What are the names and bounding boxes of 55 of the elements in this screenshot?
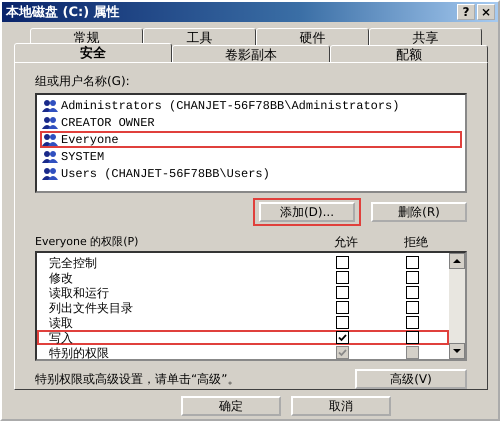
advanced-button[interactable]: 高级(V) bbox=[355, 369, 467, 389]
ok-button[interactable]: 确定 bbox=[181, 396, 281, 416]
permission-row[interactable]: 列出文件夹目录 bbox=[37, 300, 449, 315]
permission-row[interactable]: 完全控制 bbox=[37, 255, 449, 270]
checkbox[interactable] bbox=[336, 256, 348, 269]
permission-row[interactable]: 写入 bbox=[37, 330, 449, 345]
checkbox[interactable] bbox=[336, 316, 348, 329]
checkbox[interactable] bbox=[406, 256, 418, 269]
permission-name: 修改 bbox=[48, 272, 74, 284]
list-item[interactable]: Users (CHANJET-56F78BB\Users) bbox=[40, 165, 462, 182]
tab[interactable]: 卷影副本 bbox=[172, 45, 330, 62]
permission-row[interactable]: 修改 bbox=[37, 270, 449, 285]
tab[interactable]: 硬件 bbox=[256, 28, 369, 45]
tab[interactable]: 工具 bbox=[143, 28, 256, 45]
permission-name: 特别的权限 bbox=[48, 346, 110, 358]
checkbox[interactable] bbox=[406, 316, 418, 329]
window-title: 本地磁盘 (C:) 属性 bbox=[6, 4, 121, 21]
permission-name: 完全控制 bbox=[48, 256, 98, 268]
tab[interactable]: 共享 bbox=[369, 28, 482, 45]
scrollbar[interactable] bbox=[449, 253, 465, 359]
permission-name: 读取 bbox=[48, 316, 74, 328]
permission-row[interactable]: 读取和运行 bbox=[37, 285, 449, 300]
users-icon bbox=[42, 98, 58, 112]
add-button[interactable]: 添加(D)... bbox=[259, 202, 355, 222]
checkbox[interactable] bbox=[336, 271, 348, 284]
column-header: 拒绝 bbox=[403, 234, 429, 251]
list-item[interactable]: CREATOR OWNER bbox=[40, 114, 462, 131]
checkbox[interactable] bbox=[406, 331, 418, 344]
users-icon bbox=[42, 150, 58, 164]
tab[interactable]: 配额 bbox=[330, 45, 488, 62]
column-header: 允许 bbox=[333, 234, 359, 251]
cancel-button[interactable]: 取消 bbox=[291, 396, 391, 416]
checkbox[interactable] bbox=[406, 271, 418, 284]
checkbox[interactable] bbox=[406, 301, 418, 314]
hint-text: 特别权限或高级设置，请单击“高级”。 bbox=[35, 370, 240, 388]
permissions-label: Everyone 的权限(P) bbox=[35, 234, 140, 250]
close-button[interactable]: × bbox=[477, 4, 495, 20]
checkbox[interactable] bbox=[406, 286, 418, 299]
permission-name: 写入 bbox=[48, 332, 74, 344]
list-label: 组或用户名称(G): bbox=[35, 73, 131, 90]
checkbox[interactable] bbox=[336, 301, 348, 314]
users-icon bbox=[42, 132, 58, 146]
remove-button[interactable]: 删除(R) bbox=[371, 202, 467, 222]
permission-name: 列出文件夹目录 bbox=[48, 302, 134, 314]
help-button[interactable]: ? bbox=[457, 4, 475, 20]
checkbox[interactable] bbox=[336, 331, 348, 344]
permission-name: 读取和运行 bbox=[48, 286, 110, 298]
list-item[interactable]: Everyone bbox=[40, 131, 462, 148]
permission-row[interactable]: 读取 bbox=[37, 315, 449, 330]
list-item[interactable]: Administrators (CHANJET-56F78BB\Administrators) bbox=[40, 97, 462, 114]
users-icon bbox=[42, 116, 58, 130]
tab[interactable]: 安全 bbox=[14, 43, 172, 62]
list-item[interactable]: SYSTEM bbox=[40, 148, 462, 165]
users-icon bbox=[42, 166, 58, 180]
checkbox[interactable] bbox=[336, 286, 348, 299]
